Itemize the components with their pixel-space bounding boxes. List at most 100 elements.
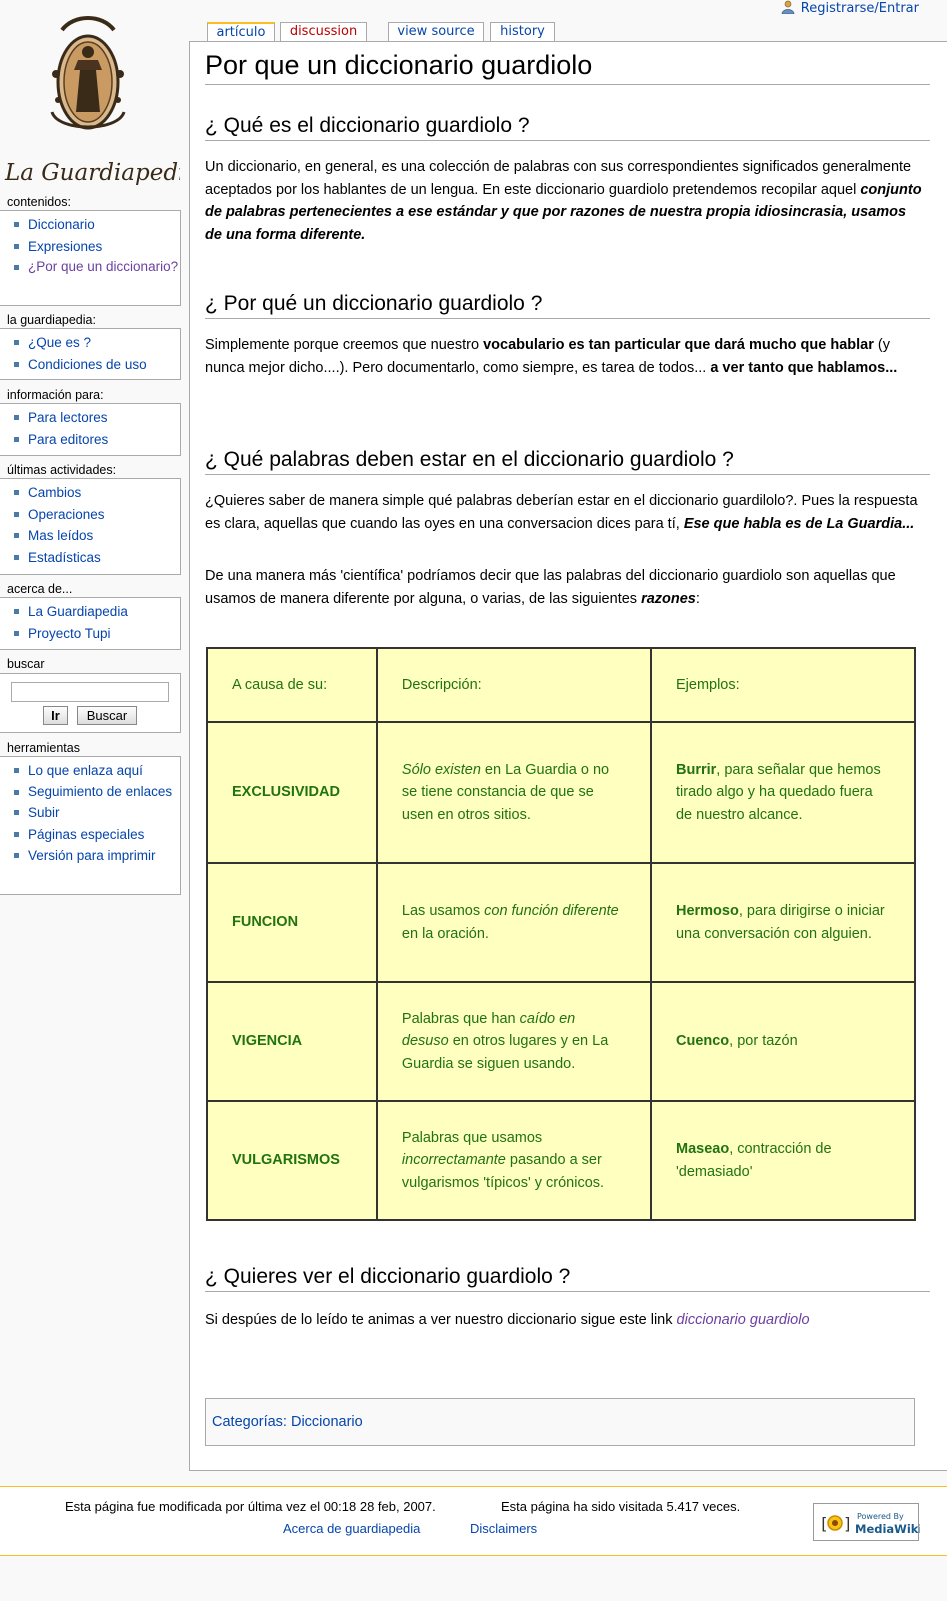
- user-icon: [781, 0, 795, 14]
- bullet-icon: [14, 490, 19, 495]
- search-input[interactable]: [11, 682, 169, 702]
- bullet-icon: [14, 243, 19, 249]
- search-portlet: Ir Buscar: [0, 673, 181, 733]
- sidebar-item-diccionario[interactable]: Diccionario: [14, 214, 180, 236]
- info-portlet: Para lectores Para editores: [0, 403, 181, 456]
- description-cell: Sólo existen en La Guardia o no se tiene…: [375, 721, 652, 864]
- bullet-icon: [14, 554, 19, 560]
- bullet-icon: [14, 436, 19, 442]
- nav-portlet: Diccionario Expresiones ¿Por que un dicc…: [0, 210, 181, 306]
- bullet-icon: [14, 511, 19, 517]
- table-row: VIGENCIA Palabras que han caído en desus…: [206, 981, 917, 1102]
- table-header-cell: Ejemplos:: [649, 647, 917, 723]
- svg-text:MediaWiki: MediaWiki: [855, 1522, 920, 1536]
- tab-discussion[interactable]: discussion: [280, 22, 367, 43]
- info-title: información para:: [7, 388, 104, 402]
- table-row: VULGARISMOS Palabras que usamos incorrec…: [206, 1100, 917, 1221]
- example-cell: Hermoso, para dirigirse o iniciar una co…: [649, 862, 917, 983]
- search-title: buscar: [7, 657, 45, 671]
- tools-title: herramientas: [7, 741, 80, 755]
- example-cell: Burrir, para señalar que hemos tirado al…: [649, 721, 917, 864]
- example-cell: Cuenco, por tazón: [649, 981, 917, 1102]
- search-button[interactable]: Buscar: [77, 706, 137, 725]
- page-title: Por que un diccionario guardiolo: [205, 50, 930, 85]
- bullet-icon: [14, 831, 19, 837]
- section-heading-what: ¿ Qué es el diccionario guardiolo ?: [205, 114, 930, 141]
- bullet-icon: [14, 222, 19, 227]
- footer-viewcount: Esta página ha sido visitada 5.417 veces…: [501, 1499, 741, 1514]
- login-link[interactable]: Registrarse/Entrar: [801, 1, 919, 16]
- sidebar-item-lectores[interactable]: Para lectores: [14, 407, 180, 429]
- section-heading-which: ¿ Qué palabras deben estar en el diccion…: [205, 448, 930, 475]
- content-area: Por que un diccionario guardiolo ¿ Qué e…: [189, 41, 947, 1471]
- footer: Esta página fue modificada por última ve…: [0, 1486, 947, 1556]
- tab-history[interactable]: history: [490, 22, 555, 43]
- table-row: FUNCION Las usamos con función diferente…: [206, 862, 917, 983]
- footer-disclaimers-link[interactable]: Disclaimers: [470, 1521, 537, 1536]
- svg-text:Powered By: Powered By: [857, 1512, 904, 1521]
- section-see-text: Si despúes de lo leído te animas a ver n…: [205, 1312, 810, 1328]
- nav-title: contenidos:: [7, 195, 71, 209]
- sidebar-item-print[interactable]: Versión para imprimir: [14, 845, 180, 867]
- svg-text:]: ]: [843, 1514, 853, 1533]
- sidebar-item-expresiones[interactable]: Expresiones: [14, 236, 180, 258]
- mediawiki-logo-icon: [ ] Powered By MediaWiki: [819, 1512, 922, 1536]
- table-header-cell: Descripción:: [375, 647, 652, 723]
- sidebar-item-cambios[interactable]: Cambios: [14, 482, 180, 504]
- sidebar-item-operaciones[interactable]: Operaciones: [14, 504, 180, 526]
- bullet-icon: [14, 789, 19, 795]
- section-what-text: Un diccionario, en general, es una colec…: [205, 159, 922, 243]
- description-cell: Palabras que usamos incorrectamante pasa…: [375, 1100, 652, 1221]
- guardiapedia-title: la guardiapedia:: [7, 313, 96, 327]
- about-portlet: La Guardiapedia Proyecto Tupi: [0, 597, 181, 650]
- cause-cell: EXCLUSIVIDAD: [206, 721, 378, 864]
- section-heading-see: ¿ Quieres ver el diccionario guardiolo ?: [205, 1265, 930, 1292]
- sidebar-item-condiciones[interactable]: Condiciones de uso: [14, 354, 180, 376]
- powered-by-mediawiki-badge[interactable]: [ ] Powered By MediaWiki: [813, 1503, 922, 1541]
- cause-cell: VULGARISMOS: [206, 1100, 378, 1221]
- table-header-cell: A causa de su:: [206, 647, 378, 723]
- section-which-text-2: De una manera más 'científica' podríamos…: [205, 568, 896, 607]
- bullet-icon: [14, 340, 19, 345]
- footer-about-link[interactable]: Acerca de guardiapedia: [283, 1521, 420, 1536]
- sidebar-item-what-links-here[interactable]: Lo que enlaza aquí: [14, 760, 180, 782]
- bullet-icon: [14, 810, 19, 816]
- site-logo[interactable]: La Guardiapedia: [0, 0, 199, 190]
- go-button[interactable]: Ir: [43, 706, 68, 725]
- bullet-icon: [14, 415, 19, 420]
- sidebar-item-la-guardiapedia[interactable]: La Guardiapedia: [14, 601, 180, 623]
- sidebar-item-proyecto-tupi[interactable]: Proyecto Tupi: [14, 623, 180, 645]
- sidebar-item-upload[interactable]: Subir: [14, 802, 180, 824]
- sidebar-item-mas-leidos[interactable]: Mas leídos: [14, 525, 180, 547]
- category-links: Categorías: Diccionario: [205, 1398, 915, 1446]
- tab-view-source[interactable]: view source: [388, 22, 484, 43]
- bullet-icon: [14, 853, 19, 859]
- sidebar-item-editores[interactable]: Para editores: [14, 429, 180, 451]
- dictionary-link[interactable]: diccionario guardiolo: [677, 1312, 810, 1328]
- recent-portlet: Cambios Operaciones Mas leídos Estadísti…: [0, 478, 181, 575]
- footer-lastmod: Esta página fue modificada por última ve…: [65, 1499, 436, 1514]
- sidebar-item-related-changes[interactable]: Seguimiento de enlaces: [14, 782, 180, 803]
- sidebar-item-estadisticas[interactable]: Estadísticas: [14, 547, 180, 569]
- cause-cell: VIGENCIA: [206, 981, 378, 1102]
- bullet-icon: [14, 768, 19, 773]
- section-which-text: ¿Quieres saber de manera simple qué pala…: [205, 493, 918, 532]
- bullet-icon: [14, 265, 19, 270]
- section-why-text: Simplemente porque creemos que nuestro v…: [205, 337, 898, 376]
- sidebar-item-por-que[interactable]: ¿Por que un diccionario?: [14, 257, 180, 278]
- tools-portlet: Lo que enlaza aquí Seguimiento de enlace…: [0, 756, 181, 895]
- sidebar-item-que-es[interactable]: ¿Que es ?: [14, 332, 180, 354]
- svg-text:[: [: [819, 1514, 829, 1533]
- description-cell: Las usamos con función diferente en la o…: [375, 862, 652, 983]
- logo-emblem: La Guardiapedia: [4, 16, 199, 186]
- bullet-icon: [14, 533, 19, 538]
- bullet-icon: [14, 361, 19, 367]
- sidebar-item-special-pages[interactable]: Páginas especiales: [14, 824, 180, 846]
- bullet-icon: [14, 609, 19, 614]
- table-row: EXCLUSIVIDAD Sólo existen en La Guardia …: [206, 721, 917, 864]
- personal-tools: Registrarse/Entrar: [781, 0, 919, 16]
- logo-text: La Guardiapedia: [4, 160, 180, 186]
- guardiapedia-portlet: ¿Que es ? Condiciones de uso: [0, 328, 181, 380]
- category-link[interactable]: Categorías: Diccionario: [212, 1414, 363, 1430]
- reasons-table: A causa de su: Descripción: Ejemplos: EX…: [206, 647, 917, 1221]
